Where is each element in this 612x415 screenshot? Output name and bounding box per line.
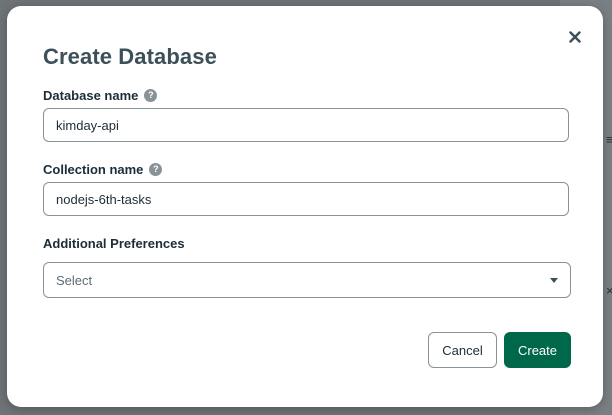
collection-name-input[interactable]: [43, 182, 569, 216]
modal-title: Create Database: [43, 44, 217, 69]
backdrop-glyph: ≡: [606, 132, 612, 147]
create-button[interactable]: Create: [504, 332, 571, 368]
additional-preferences-label-row: Additional Preferences: [43, 236, 185, 251]
help-icon[interactable]: ?: [144, 89, 158, 102]
chevron-down-icon: [550, 277, 558, 283]
database-name-label-row: Database name ?: [43, 88, 158, 103]
collection-name-label-row: Collection name ?: [43, 162, 163, 177]
collection-name-label: Collection name: [43, 162, 144, 177]
backdrop-glyph: ×: [606, 283, 612, 298]
database-name-label: Database name: [43, 88, 139, 103]
additional-preferences-select[interactable]: Select: [43, 262, 571, 298]
database-name-input[interactable]: [43, 108, 569, 142]
close-button[interactable]: [565, 27, 585, 47]
select-value: Select: [56, 272, 93, 288]
additional-preferences-label: Additional Preferences: [43, 236, 185, 251]
cancel-button[interactable]: Cancel: [428, 332, 497, 368]
create-database-modal: Create Database Database name ? Collecti…: [7, 6, 603, 407]
help-icon[interactable]: ?: [149, 163, 163, 176]
close-icon: [569, 31, 581, 43]
